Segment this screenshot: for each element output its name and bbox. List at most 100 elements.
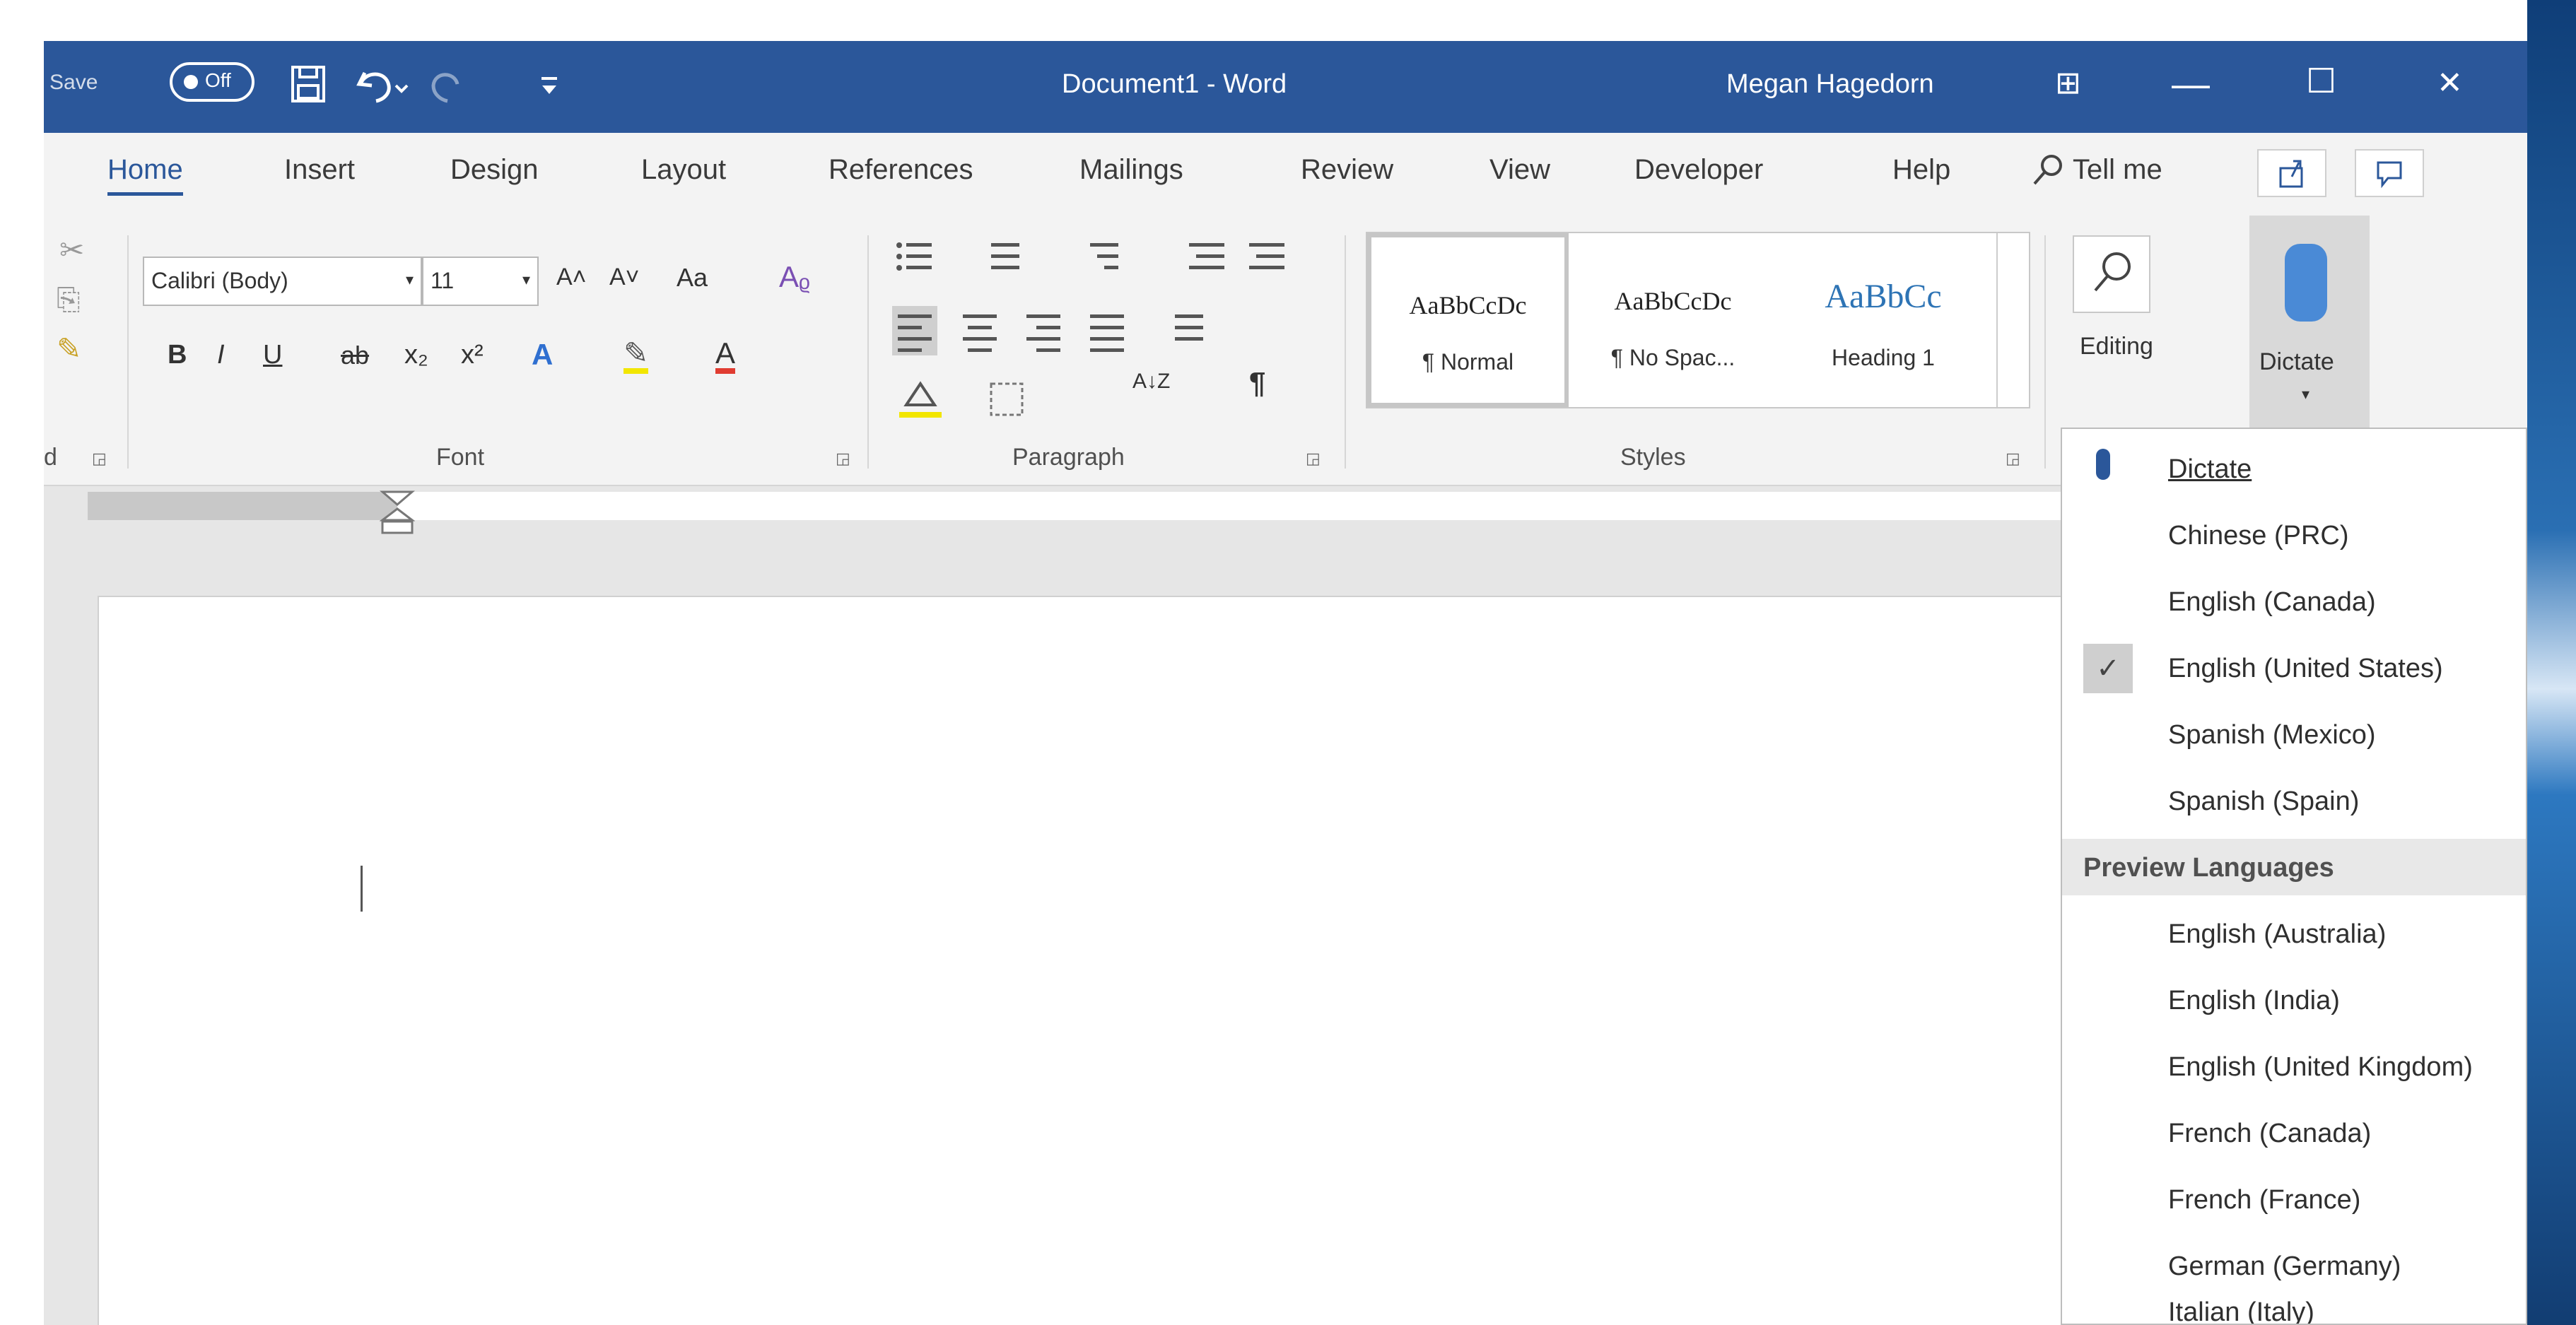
user-name[interactable]: Megan Hagedorn bbox=[1726, 69, 1934, 100]
undo-icon[interactable] bbox=[355, 64, 411, 104]
tab-mailings[interactable]: Mailings bbox=[1079, 154, 1183, 186]
change-case-button[interactable]: Aa bbox=[677, 265, 708, 290]
highlight-button[interactable]: ✎ bbox=[623, 338, 649, 374]
tab-design[interactable]: Design bbox=[450, 154, 539, 186]
menu-item-language[interactable]: Chinese (PRC) bbox=[2062, 502, 2526, 569]
ribbon-display-options-icon[interactable]: ⊞ bbox=[2055, 68, 2081, 99]
font-dialog-launcher-icon[interactable]: ◲ bbox=[836, 449, 850, 468]
menu-item-preview-language[interactable]: French (France) bbox=[2062, 1167, 2526, 1233]
find-icon bbox=[2094, 252, 2131, 292]
save-icon[interactable] bbox=[290, 64, 327, 104]
sort-button[interactable]: A↓Z bbox=[1132, 371, 1170, 392]
styles-group-label: Styles bbox=[1620, 444, 1686, 471]
tab-developer[interactable]: Developer bbox=[1634, 154, 1763, 186]
group-separator bbox=[2044, 235, 2046, 469]
text-effects-button[interactable]: A bbox=[532, 340, 553, 370]
font-size-box[interactable]: 11 ▾ bbox=[422, 257, 539, 306]
superscript-button[interactable]: x² bbox=[461, 341, 484, 368]
menu-item-label: Chinese (PRC) bbox=[2168, 521, 2349, 550]
tell-me-box[interactable]: Tell me bbox=[2073, 154, 2162, 186]
font-name-box[interactable]: Calibri (Body) ▾ bbox=[143, 257, 422, 306]
autosave-toggle[interactable]: Off bbox=[170, 62, 254, 102]
editing-label[interactable]: Editing bbox=[2080, 334, 2153, 358]
copy-icon[interactable]: ⎘ bbox=[57, 285, 81, 314]
desktop-wallpaper bbox=[2527, 0, 2576, 1325]
minimize-icon[interactable]: — bbox=[2172, 65, 2210, 103]
menu-item-preview-language[interactable]: English (United Kingdom) bbox=[2062, 1034, 2526, 1100]
style-no-spacing[interactable]: AaBbCcDc ¶ No Spac... bbox=[1572, 233, 1774, 407]
tab-insert[interactable]: Insert bbox=[284, 154, 355, 186]
clear-formatting-icon[interactable]: Aᵨ bbox=[779, 262, 810, 292]
tab-review[interactable]: Review bbox=[1301, 154, 1393, 186]
menu-item-label: English (United States) bbox=[2168, 654, 2443, 683]
tab-references[interactable]: References bbox=[829, 154, 973, 186]
menu-item-preview-language[interactable]: English (Australia) bbox=[2062, 901, 2526, 967]
maximize-icon[interactable]: ☐ bbox=[2306, 65, 2336, 99]
menu-item-preview-language[interactable]: French (Canada) bbox=[2062, 1100, 2526, 1167]
redo-icon[interactable] bbox=[429, 64, 472, 104]
styles-gallery-scroll[interactable] bbox=[1996, 233, 2029, 407]
style-sample: AaBbCcDc bbox=[1409, 291, 1527, 319]
style-heading-1[interactable]: AaBbCc Heading 1 bbox=[1777, 233, 1989, 407]
font-group-label: Font bbox=[436, 444, 485, 471]
bold-button[interactable]: B bbox=[168, 341, 187, 368]
cut-icon[interactable]: ✂ bbox=[59, 235, 84, 265]
shrink-font-button[interactable]: A˅ bbox=[609, 265, 640, 289]
menu-item-label: English (United Kingdom) bbox=[2168, 1052, 2473, 1082]
styles-dialog-launcher-icon[interactable]: ◲ bbox=[2006, 449, 2020, 468]
autosave-state: Off bbox=[205, 69, 231, 91]
autosave-label: Save bbox=[49, 71, 98, 94]
customize-quick-access-icon[interactable] bbox=[539, 73, 560, 97]
chevron-down-icon: ▾ bbox=[405, 271, 414, 288]
title-bar: Save Off Document1 - Word Megan Hagedorn… bbox=[44, 41, 2527, 133]
editing-button-frame[interactable] bbox=[2073, 235, 2150, 313]
comments-icon[interactable] bbox=[2354, 148, 2425, 198]
tab-home[interactable]: Home bbox=[107, 154, 183, 196]
desktop-left-strip bbox=[0, 41, 44, 1325]
menu-section-label: Preview Languages bbox=[2083, 853, 2334, 883]
dictate-button[interactable]: Dictate ▾ bbox=[2249, 216, 2370, 428]
font-color-button[interactable]: A bbox=[715, 338, 736, 374]
microphone-icon bbox=[2285, 244, 2327, 322]
style-name: Heading 1 bbox=[1832, 345, 1935, 370]
menu-item-preview-language[interactable]: Italian (Italy) bbox=[2062, 1295, 2526, 1324]
tab-help[interactable]: Help bbox=[1892, 154, 1950, 186]
grow-font-button[interactable]: A˄ bbox=[556, 265, 587, 289]
tab-layout[interactable]: Layout bbox=[641, 154, 726, 186]
menu-item-label: English (India) bbox=[2168, 986, 2340, 1015]
group-separator bbox=[867, 235, 869, 469]
close-icon[interactable]: ✕ bbox=[2437, 68, 2463, 99]
indent-marker-icon[interactable] bbox=[380, 489, 415, 536]
menu-item-label: Spanish (Spain) bbox=[2168, 787, 2360, 816]
dictate-dropdown-menu: Dictate Chinese (PRC) English (Canada) ✓… bbox=[2061, 428, 2527, 1325]
share-icon[interactable] bbox=[2256, 148, 2327, 198]
show-formatting-marks-button[interactable]: ¶ bbox=[1249, 368, 1265, 398]
clipboard-dialog-launcher-icon[interactable]: ◲ bbox=[92, 449, 107, 468]
tab-view[interactable]: View bbox=[1489, 154, 1550, 186]
menu-item-label: English (Canada) bbox=[2168, 587, 2376, 617]
group-separator bbox=[1345, 235, 1346, 469]
menu-item-label: German (Germany) bbox=[2168, 1252, 2401, 1281]
menu-item-language[interactable]: English (Canada) bbox=[2062, 569, 2526, 635]
menu-item-label: Italian (Italy) bbox=[2168, 1297, 2314, 1324]
menu-item-preview-language[interactable]: English (India) bbox=[2062, 967, 2526, 1034]
ruler-left-margin bbox=[88, 492, 397, 520]
search-icon[interactable] bbox=[2030, 153, 2066, 188]
paragraph-group-label: Paragraph bbox=[1012, 444, 1125, 471]
strikethrough-button[interactable]: ab bbox=[341, 343, 369, 368]
italic-button[interactable]: I bbox=[217, 341, 225, 368]
format-painter-icon[interactable]: ✎ bbox=[57, 334, 81, 364]
group-separator bbox=[127, 235, 129, 469]
menu-item-preview-language[interactable]: German (Germany) bbox=[2062, 1233, 2526, 1300]
menu-item-language[interactable]: Spanish (Spain) bbox=[2062, 768, 2526, 835]
underline-button[interactable]: U bbox=[263, 341, 282, 368]
style-normal[interactable]: AaBbCcDc ¶ Normal bbox=[1367, 233, 1569, 407]
menu-item-dictate[interactable]: Dictate bbox=[2062, 436, 2526, 502]
subscript-button[interactable]: x₂ bbox=[404, 341, 428, 368]
microphone-icon bbox=[2096, 449, 2110, 480]
desktop-top-strip bbox=[0, 0, 2576, 41]
menu-item-language-selected[interactable]: ✓ English (United States) bbox=[2062, 635, 2526, 702]
paragraph-dialog-launcher-icon[interactable]: ◲ bbox=[1306, 449, 1321, 468]
dictate-label: Dictate bbox=[2259, 348, 2334, 375]
menu-item-language[interactable]: Spanish (Mexico) bbox=[2062, 702, 2526, 768]
